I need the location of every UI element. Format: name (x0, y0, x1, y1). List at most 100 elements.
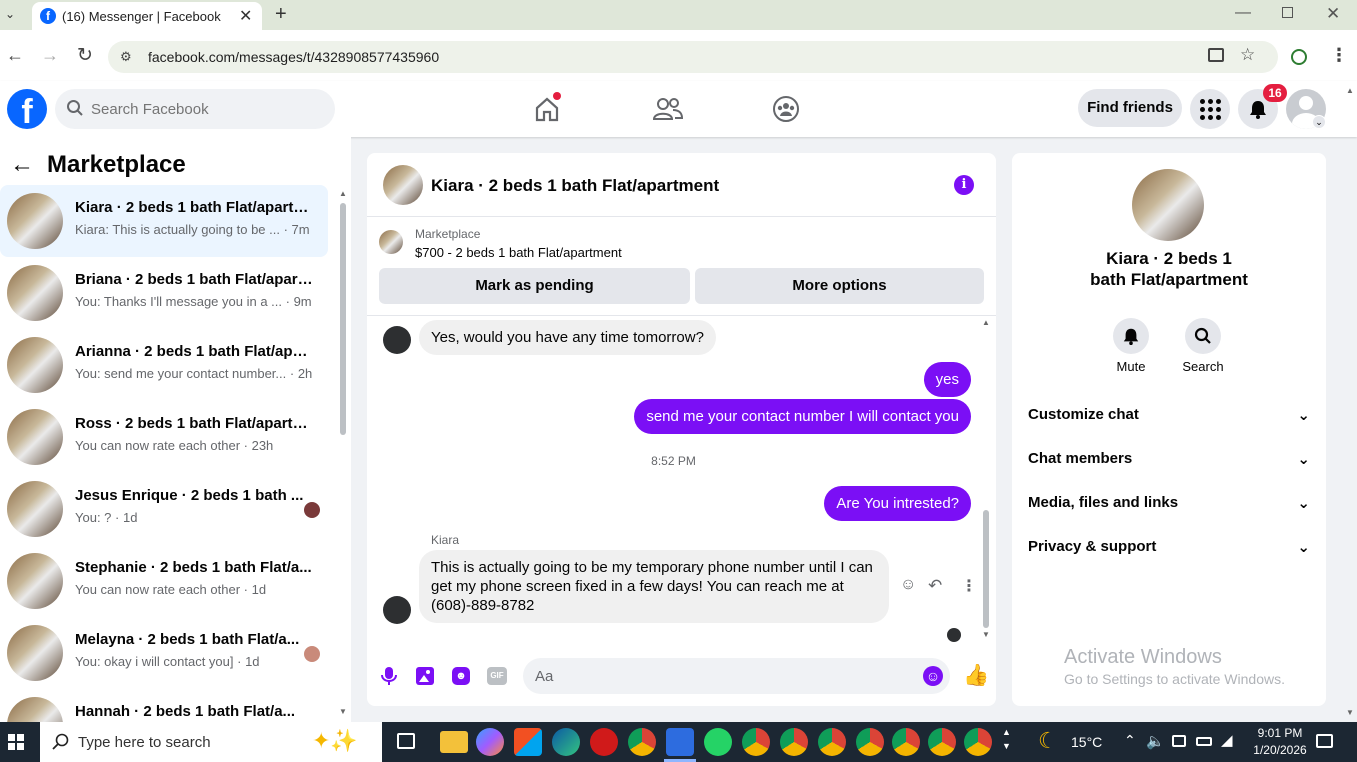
back-arrow-icon[interactable]: ← (10, 151, 34, 179)
copilot-icon[interactable] (476, 728, 504, 756)
chrome-profile-icon[interactable] (856, 728, 884, 756)
info-icon[interactable]: i (954, 175, 974, 195)
chat-avatar[interactable] (383, 165, 423, 205)
new-tab-icon[interactable]: + (275, 3, 287, 26)
taskbar-search-box[interactable]: Type here to search ✦✨ (40, 722, 382, 762)
site-info-icon[interactable]: ⚙ (120, 49, 132, 65)
mark-pending-button[interactable]: Mark as pending (379, 268, 690, 304)
emoji-icon[interactable]: ☺ (923, 666, 943, 686)
message-input[interactable]: Aa ☺ (523, 658, 950, 694)
minimize-icon[interactable]: — (1235, 4, 1251, 22)
reply-icon[interactable]: ↶ (928, 576, 942, 596)
conversation-item[interactable]: Kiara · 2 beds 1 bath Flat/apartm... Kia… (0, 185, 328, 257)
tray-chevron-icon[interactable]: ⌃ (1124, 732, 1136, 749)
chrome-profile-icon[interactable] (780, 728, 808, 756)
message-bubble-outgoing[interactable]: yes (923, 362, 971, 397)
scroll-down-arrow-icon[interactable]: ▼ (982, 630, 990, 639)
browser-tab[interactable]: f (16) Messenger | Facebook ✕ (32, 2, 262, 30)
mute-button[interactable] (1113, 318, 1149, 354)
search-conversation-button[interactable] (1185, 318, 1221, 354)
scroll-up-arrow-icon[interactable]: ▲ (339, 189, 347, 198)
find-friends-button[interactable]: Find friends (1078, 89, 1182, 127)
chrome-profile-icon[interactable] (818, 728, 846, 756)
chrome-icon[interactable] (628, 728, 656, 756)
contact-avatar[interactable] (1132, 169, 1204, 241)
message-bubble-incoming[interactable]: Yes, would you have any time tomorrow? (419, 320, 716, 355)
conversation-item[interactable]: Melayna · 2 beds 1 bath Flat/a... You: o… (0, 617, 328, 689)
message-more-icon[interactable]: ⋮ (961, 576, 977, 596)
install-app-icon[interactable] (1208, 48, 1224, 62)
search-box[interactable] (55, 89, 335, 129)
privacy-support-row[interactable]: Privacy & support ⌄ (1028, 538, 1310, 556)
react-emoji-icon[interactable]: ☺ (900, 576, 916, 594)
microsoft-store-icon[interactable] (514, 728, 542, 756)
page-scroll-down-icon[interactable]: ▼ (1346, 708, 1354, 717)
scroll-up-arrow-icon[interactable]: ▲ (982, 318, 990, 327)
conversation-item[interactable]: Ross · 2 beds 1 bath Flat/apartm... You … (0, 401, 328, 473)
wifi-icon[interactable]: ◢ (1221, 731, 1233, 749)
browser-menu-icon[interactable]: ⋮ (1330, 45, 1348, 66)
friends-icon[interactable] (652, 96, 684, 127)
more-options-button[interactable]: More options (695, 268, 984, 304)
windows-start-icon[interactable] (8, 734, 24, 750)
clock-date[interactable]: 1/20/2026 (1245, 743, 1315, 757)
conversation-item[interactable]: Briana · 2 beds 1 bath Flat/apart... You… (0, 257, 328, 329)
account-chevron-icon[interactable]: ⌄ (1312, 115, 1326, 129)
chrome-profile-icon[interactable] (742, 728, 770, 756)
battery-icon[interactable] (1196, 737, 1212, 746)
message-bubble-outgoing[interactable]: send me your contact number I will conta… (634, 399, 971, 434)
page-scroll-up-icon[interactable]: ▲ (1346, 86, 1354, 95)
search-input[interactable] (91, 98, 321, 120)
message-bubble-incoming[interactable]: This is actually going to be my temporar… (419, 550, 889, 623)
conversation-item[interactable]: Arianna · 2 beds 1 bath Flat/apar... You… (0, 329, 328, 401)
clock-time[interactable]: 9:01 PM (1250, 726, 1310, 740)
sticker-icon[interactable]: ☻ (452, 667, 470, 685)
security-app-icon[interactable] (590, 728, 618, 756)
message-bubble-outgoing[interactable]: Are You intrested? (824, 486, 971, 521)
notification-center-icon[interactable] (1316, 734, 1333, 748)
active-app-icon[interactable] (666, 728, 694, 756)
forward-icon[interactable]: → (41, 45, 59, 66)
menu-grid-button[interactable] (1190, 89, 1230, 129)
file-explorer-icon[interactable] (440, 731, 468, 753)
back-icon[interactable]: ← (6, 45, 24, 66)
reload-icon[interactable]: ↻ (77, 44, 93, 67)
messages-scrollbar[interactable]: ▲ ▼ (981, 318, 991, 643)
conversation-item[interactable]: Stephanie · 2 beds 1 bath Flat/a... You … (0, 545, 328, 617)
conversation-item[interactable]: Hannah · 2 beds 1 bath Flat/a... (0, 689, 328, 722)
profile-icon[interactable] (1291, 49, 1307, 65)
weather-temperature[interactable]: 15°C (1071, 734, 1102, 750)
microphone-icon[interactable] (380, 666, 398, 691)
restore-icon[interactable] (1282, 7, 1293, 18)
customize-chat-row[interactable]: Customize chat ⌄ (1028, 406, 1310, 424)
bookmark-star-icon[interactable]: ☆ (1240, 45, 1255, 65)
edge-icon[interactable] (552, 728, 580, 756)
list-scrollbar-track[interactable]: ▲ ▼ (338, 189, 348, 719)
facebook-logo-icon[interactable]: f (7, 89, 47, 129)
messages-scrollbar-thumb[interactable] (983, 510, 989, 628)
scroll-down-arrow-icon[interactable]: ▼ (339, 707, 347, 716)
media-files-links-row[interactable]: Media, files and links ⌄ (1028, 494, 1310, 512)
chat-title[interactable]: Kiara · 2 beds 1 bath Flat/apartment (431, 176, 719, 196)
photo-icon[interactable] (416, 667, 434, 685)
whatsapp-icon[interactable] (704, 728, 732, 756)
gif-icon[interactable]: GIF (487, 667, 507, 685)
chrome-profile-icon[interactable] (892, 728, 920, 756)
listing-title[interactable]: $700 - 2 beds 1 bath Flat/apartment (415, 245, 622, 260)
tab-close-icon[interactable]: ✕ (239, 6, 252, 26)
chrome-profile-icon[interactable] (964, 728, 992, 756)
chrome-profile-icon[interactable] (928, 728, 956, 756)
task-view-icon[interactable] (397, 733, 415, 749)
window-close-icon[interactable]: ✕ (1326, 4, 1340, 24)
taskbar-overflow-icon[interactable]: ▲ ▼ (1002, 725, 1011, 753)
meet-icon[interactable] (1172, 735, 1186, 747)
conversation-item[interactable]: Jesus Enrique · 2 beds 1 bath ... You: ?… (0, 473, 328, 545)
listing-thumbnail[interactable] (379, 230, 403, 254)
chat-members-row[interactable]: Chat members ⌄ (1028, 450, 1310, 468)
volume-icon[interactable]: 🔈 (1146, 732, 1165, 750)
thumbs-up-icon[interactable]: 👍 (963, 664, 989, 688)
tab-list-chevron-icon[interactable]: ⌄ (5, 7, 15, 21)
url-text[interactable]: facebook.com/messages/t/4328908577435960 (148, 49, 439, 65)
address-bar[interactable]: ⚙ facebook.com/messages/t/43289085774359… (108, 41, 1278, 73)
list-scrollbar-thumb[interactable] (340, 203, 346, 435)
